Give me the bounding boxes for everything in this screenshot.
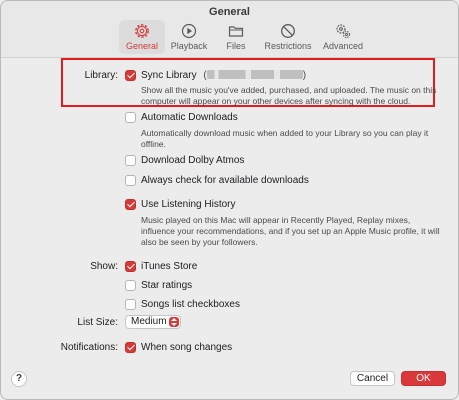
itunes-store-checkbox[interactable]	[125, 261, 136, 272]
song-changes-checkbox[interactable]	[125, 342, 136, 353]
sync-library-text: Sync Library ()	[141, 69, 306, 83]
star-ratings-checkbox[interactable]	[125, 280, 136, 291]
star-ratings-label: Star ratings	[141, 280, 193, 291]
tab-restrictions[interactable]: Restrictions	[260, 20, 316, 54]
automatic-downloads-checkbox[interactable]	[125, 112, 136, 123]
preferences-tabs: General Playback Files Restrictions Adva…	[119, 20, 370, 54]
library-label: Library:	[84, 70, 118, 81]
library-row: Library: Sync Library ()	[1, 69, 458, 83]
help-button[interactable]: ?	[11, 371, 27, 387]
dolby-atmos-label: Download Dolby Atmos	[141, 155, 245, 166]
play-circle-icon	[181, 23, 197, 39]
list-size-select[interactable]: Medium	[125, 315, 181, 329]
always-check-label: Always check for available downloads	[141, 175, 309, 186]
notifications-label: Notifications:	[60, 342, 118, 353]
itunes-store-label: iTunes Store	[141, 261, 198, 272]
window-title: General	[209, 6, 250, 18]
sync-library-description: Show all the music you've added, purchas…	[141, 85, 437, 106]
chevron-updown-icon	[169, 317, 179, 327]
sync-library-label: Sync Library	[141, 70, 197, 81]
folder-icon	[228, 26, 244, 37]
star-ratings-row: Star ratings	[1, 279, 458, 293]
account-close: )	[302, 70, 307, 81]
tab-label: Restrictions	[264, 41, 312, 51]
songs-checkboxes-label: Songs list checkboxes	[141, 299, 240, 310]
gear-icon	[135, 24, 149, 38]
tab-label: Playback	[170, 41, 208, 51]
tab-general[interactable]: General	[119, 20, 165, 54]
always-check-checkbox[interactable]	[125, 175, 136, 186]
list-size-value: Medium	[131, 316, 167, 327]
tab-label: Files	[226, 41, 246, 51]
restrictions-icon	[281, 24, 295, 38]
tab-advanced[interactable]: Advanced	[317, 20, 369, 54]
show-label: Show:	[90, 261, 118, 272]
general-pane: Library: Sync Library () Show all the mu…	[1, 58, 458, 399]
list-size-label: List Size:	[77, 317, 118, 328]
notifications-row: Notifications: When song changes	[1, 341, 458, 355]
songs-checkboxes-checkbox[interactable]	[125, 299, 136, 310]
automatic-downloads-label: Automatic Downloads	[141, 112, 238, 123]
title-bar: General General Playback Files Restricti…	[1, 1, 458, 58]
always-check-row: Always check for available downloads	[1, 174, 458, 188]
tab-label: Advanced	[322, 41, 364, 51]
dolby-atmos-checkbox[interactable]	[125, 155, 136, 166]
listening-history-checkbox[interactable]	[125, 199, 136, 210]
cancel-button[interactable]: Cancel	[350, 371, 395, 386]
listening-history-label: Use Listening History	[141, 199, 236, 210]
song-changes-label: When song changes	[141, 342, 233, 353]
songs-checkboxes-row: Songs list checkboxes	[1, 298, 458, 312]
tab-label: General	[125, 41, 159, 51]
automatic-downloads-row: Automatic Downloads	[1, 111, 458, 125]
tab-playback[interactable]: Playback	[166, 20, 212, 54]
listening-history-row: Use Listening History	[1, 198, 458, 212]
tab-files[interactable]: Files	[213, 20, 259, 54]
automatic-downloads-description: Automatically download music when added …	[141, 128, 429, 149]
gears-icon	[336, 24, 351, 39]
dolby-atmos-row: Download Dolby Atmos	[1, 154, 458, 168]
list-size-row: List Size: Medium	[1, 315, 458, 330]
preferences-window: General General Playback Files Restricti…	[0, 0, 459, 400]
redacted-account	[206, 70, 303, 79]
ok-button[interactable]: OK	[401, 371, 446, 386]
sync-library-checkbox[interactable]	[125, 70, 136, 81]
listening-history-description: Music played on this Mac will appear in …	[141, 215, 440, 247]
show-row: Show: iTunes Store	[1, 260, 458, 274]
